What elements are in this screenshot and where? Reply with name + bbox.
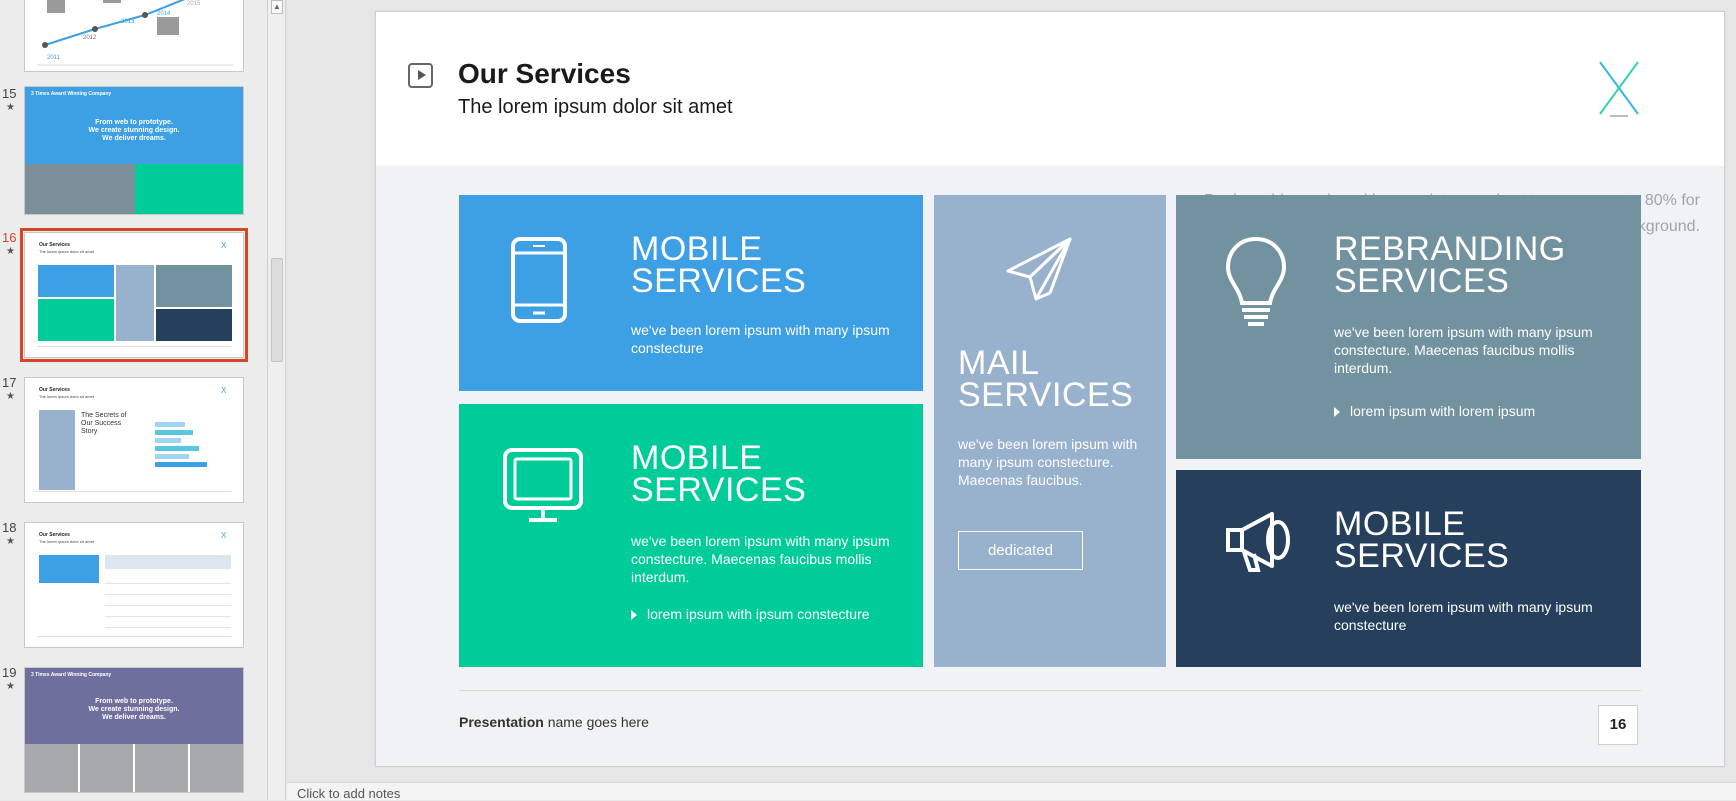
thumb-bar-chart [155,422,207,467]
tile-rebranding-services[interactable]: REBRANDING SERVICES we've been lorem ips… [1176,195,1641,459]
tile-mobile-services-1[interactable]: MOBILE SERVICES we've been lorem ipsum w… [459,195,923,391]
tile-title: MOBILE SERVICES [1334,505,1510,575]
animation-star-icon: ★ [6,246,15,257]
tile-description: we've been lorem ipsum with many ipsum c… [1334,324,1593,376]
lightbulb-icon [1225,236,1287,326]
footer-presentation-name[interactable]: Presentation name goes here [459,714,649,730]
tile-bullet: lorem ipsum with lorem ipsum [1334,403,1535,419]
animation-star-icon: ★ [6,681,15,692]
notes-pane[interactable]: Click to add notes [287,782,1736,801]
scroll-up-arrow-icon[interactable]: ▲ [271,0,283,14]
timeline-year: 2015 [187,1,201,7]
tile-mobile-services-3[interactable]: MOBILE SERVICES we've been lorem ipsum w… [1176,470,1641,667]
play-icon[interactable] [408,63,433,88]
thumb-subtitle: The lorem ipsum dolor sit amet [39,394,94,399]
tile-description: we've been lorem ipsum with many ipsum c… [631,533,890,585]
smartphone-icon [511,237,567,323]
slide-number-17: 17 [2,375,17,390]
tile-mail-services[interactable]: MAIL SERVICES we've been lorem ipsum wit… [934,195,1166,667]
thumb-subtitle: The lorem ipsum dolor sit amet [39,539,94,544]
thumb-subtitle: The lorem ipsum dolor sit amet [39,249,94,254]
tile-title: MOBILE SERVICES [631,439,807,509]
slide-canvas[interactable]: Our Services The lorem ipsum dolor sit a… [375,11,1725,767]
slide-thumbnail-18[interactable]: Our Services The lorem ipsum dolor sit a… [24,522,244,648]
timeline-year: 2014 [157,11,171,17]
thumb-title: 3 Times Award Winning Company [31,672,112,678]
thumb-headline: From web to prototype. We create stunnin… [88,698,180,721]
animation-star-icon: ★ [6,536,15,547]
tile-bullet: lorem ipsum with ipsum constecture [631,606,870,622]
brand-logo-icon: X [221,241,227,250]
slide-thumbnail-15[interactable]: 3 Times Award Winning Company From web t… [24,86,244,215]
monitor-icon [503,448,583,522]
footer-divider [459,690,1641,691]
tile-title: REBRANDING SERVICES [1334,230,1566,300]
tile-description: we've been lorem ipsum with many ipsum c… [631,322,890,356]
notes-placeholder[interactable]: Click to add notes [297,786,400,801]
tile-title: MAIL SERVICES [958,344,1134,414]
thumb-headline: From web to prototype. We create stunnin… [88,119,180,142]
slide-number-16: 16 [2,230,17,245]
timeline-year: 2011 [47,55,61,61]
thumb-title: Our Services [39,532,70,538]
tile-mobile-services-2[interactable]: MOBILE SERVICES we've been lorem ipsum w… [459,404,923,667]
tile-description: we've been lorem ipsum with many ipsum c… [958,436,1138,488]
brand-logo-icon: X [221,386,227,395]
brand-logo-icon [1599,61,1639,117]
thumb-title: Our Services [39,387,70,393]
timeline-year: 2012 [83,35,97,41]
tile-title: MOBILE SERVICES [631,230,807,300]
scrollbar-thumb[interactable] [271,258,283,362]
slide-title[interactable]: Our Services [458,58,631,90]
dedicated-button[interactable]: dedicated [958,531,1083,570]
animation-star-icon: ★ [6,102,15,113]
thumb-title: Our Services [39,242,70,248]
timeline-graphic: 2011 2012 2013 2014 2015 [37,0,233,66]
slide-thumbnail-pane[interactable]: 2011 2012 2013 2014 2015 15 ★ 3 Times Aw… [0,0,268,800]
slide-thumbnail-14[interactable]: 2011 2012 2013 2014 2015 [24,0,244,72]
slide-thumbnail-19[interactable]: 3 Times Award Winning Company From web t… [24,667,244,793]
thumbnail-scrollbar[interactable]: ▲ [268,0,286,800]
animation-star-icon: ★ [6,391,15,402]
slide-subtitle[interactable]: The lorem ipsum dolor sit amet [458,96,733,119]
slide-number-15: 15 [2,86,17,101]
slide-number-19: 19 [2,665,17,680]
tile-description: we've been lorem ipsum with many ipsum c… [1334,599,1593,633]
thumb-title: 3 Times Award Winning Company [31,91,112,97]
slide-editor[interactable]: Our Services The lorem ipsum dolor sit a… [287,0,1736,782]
megaphone-icon [1226,512,1290,572]
thumb-story: The Secrets of Our Success Story [81,412,127,435]
paper-plane-icon [1006,237,1072,301]
slide-number-18: 18 [2,520,17,535]
slide-thumbnail-17[interactable]: Our Services The lorem ipsum dolor sit a… [24,377,244,503]
brand-logo-icon: X [221,531,227,540]
page-number: 16 [1598,705,1638,745]
timeline-year: 2013 [121,19,135,25]
slide-thumbnail-16[interactable]: Our Services The lorem ipsum dolor sit a… [20,228,248,362]
